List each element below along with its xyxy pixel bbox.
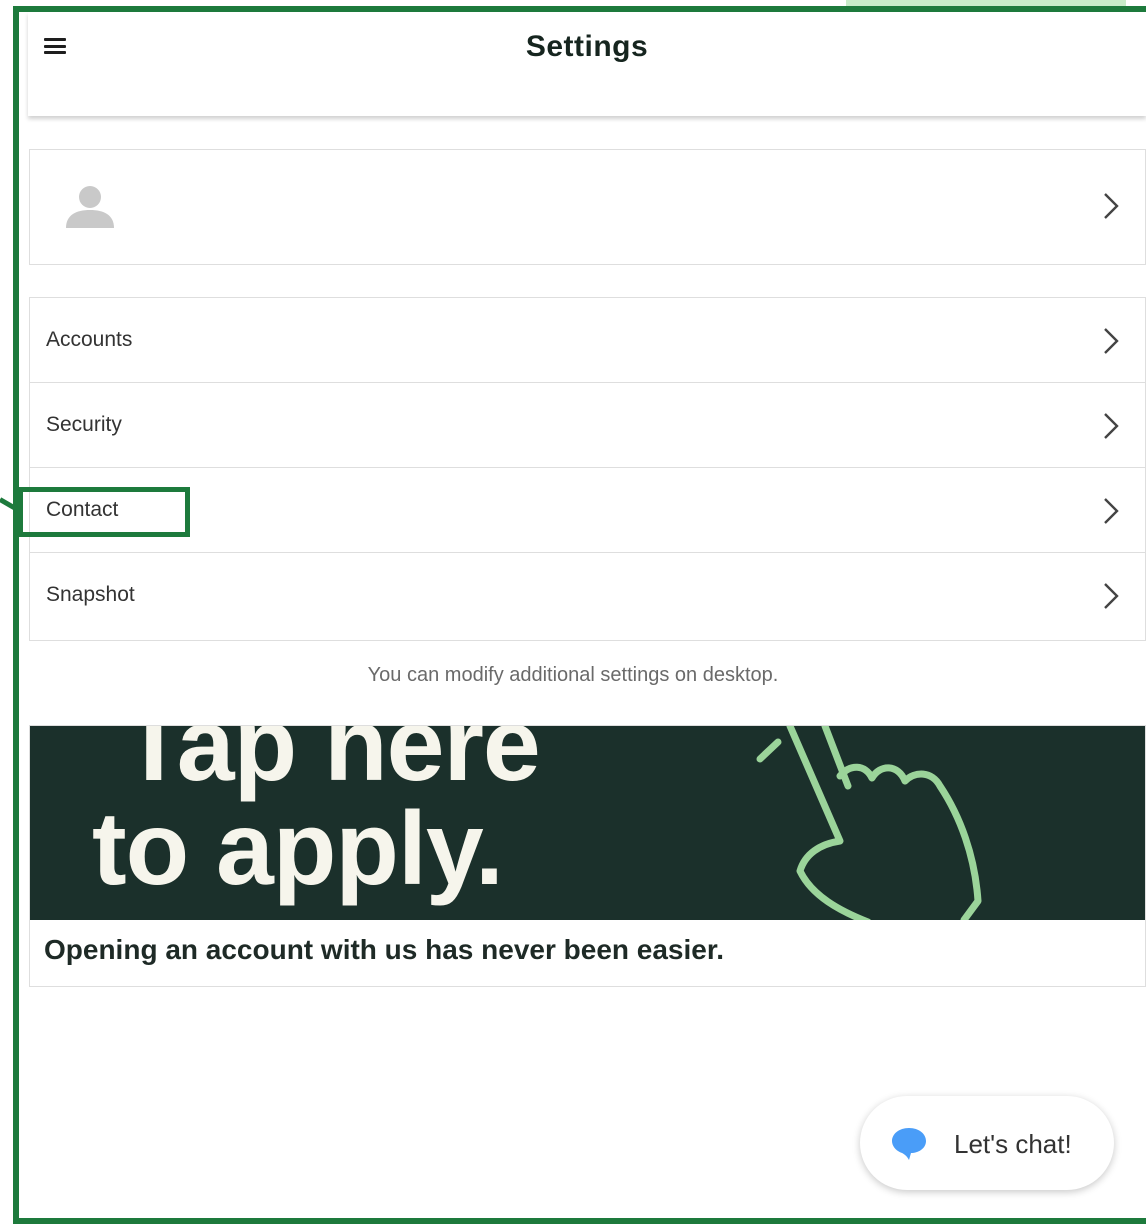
page-title: Settings	[525, 30, 649, 63]
settings-item-security[interactable]: Security	[30, 383, 1145, 468]
settings-list: Accounts Security Contact Snapshot	[29, 297, 1146, 641]
settings-item-label: Contact	[46, 498, 119, 521]
chevron-right-icon	[1104, 193, 1119, 219]
promo-banner[interactable]: Tap here to apply.	[30, 726, 1145, 920]
promo-banner-line2: to apply.	[92, 791, 504, 907]
annotation-pointer	[0, 497, 21, 513]
promo-banner-text: Tap here to apply.	[92, 726, 541, 901]
settings-item-contact[interactable]: Contact	[30, 468, 1145, 553]
top-tab-indicator	[846, 0, 1126, 6]
settings-item-label: Snapshot	[46, 583, 135, 606]
chat-label: Let's chat!	[954, 1129, 1072, 1159]
settings-item-label: Security	[46, 413, 122, 436]
chat-button[interactable]: Let's chat!	[860, 1096, 1114, 1190]
settings-item-snapshot[interactable]: Snapshot	[30, 553, 1145, 638]
promo-caption: Opening an account with us has never bee…	[44, 934, 724, 965]
promo-card[interactable]: Tap here to apply. Opening an account wi…	[29, 725, 1146, 987]
settings-item-accounts[interactable]: Accounts	[30, 298, 1145, 383]
chevron-right-icon	[1104, 328, 1119, 354]
desktop-settings-note: You can modify additional settings on de…	[367, 664, 779, 686]
chevron-right-icon	[1104, 413, 1119, 439]
profile-card[interactable]	[29, 149, 1146, 265]
user-avatar-icon	[66, 186, 114, 228]
pointing-hand-icon	[756, 726, 982, 920]
app-header: Settings	[28, 12, 1146, 116]
settings-screen: Settings Accounts Security Contact Snaps…	[19, 12, 1146, 1221]
chevron-right-icon	[1104, 498, 1119, 524]
chevron-right-icon	[1104, 583, 1119, 609]
settings-item-label: Accounts	[46, 328, 133, 351]
chat-bubble-icon	[892, 1128, 926, 1160]
